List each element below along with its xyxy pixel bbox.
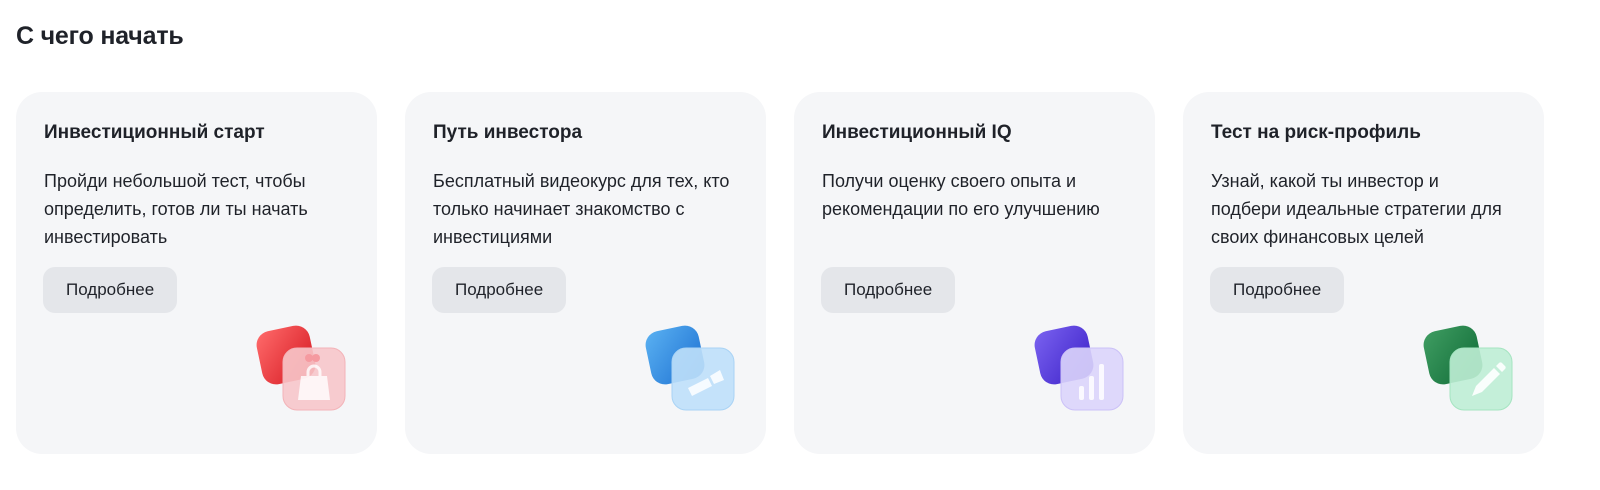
pencil-icon [1422, 324, 1514, 414]
section-title: С чего начать [16, 22, 184, 50]
card-title: Путь инвестора [433, 122, 583, 143]
more-button[interactable]: Подробнее [1210, 267, 1345, 313]
card-investment-iq[interactable]: Инвестиционный IQ Получи оценку своего о… [794, 92, 1155, 454]
card-risk-profile[interactable]: Тест на риск-профиль Узнай, какой ты инв… [1183, 92, 1544, 454]
card-title: Тест на риск-профиль [1211, 122, 1421, 143]
card-title: Инвестиционный IQ [822, 122, 1012, 143]
page: С чего начать Инвестиционный старт Пройд… [0, 0, 1600, 490]
card-description: Бесплатный видеокурс для тех, кто только… [433, 171, 730, 247]
card-description: Получи оценку своего опыта и рекомендаци… [822, 171, 1100, 219]
card-investor-path[interactable]: Путь инвестора Бесплатный видеокурс для … [405, 92, 766, 454]
bar-chart-icon [1033, 324, 1125, 414]
more-button[interactable]: Подробнее [43, 267, 178, 313]
card-description: Узнай, какой ты инвестор и подбери идеал… [1211, 171, 1502, 247]
more-button[interactable]: Подробнее [821, 267, 956, 313]
card-title: Инвестиционный старт [44, 122, 265, 143]
cards-row: Инвестиционный старт Пройди небольшой те… [16, 92, 1544, 454]
video-camera-icon [644, 324, 736, 414]
shopping-bag-icon [255, 324, 347, 414]
more-button[interactable]: Подробнее [432, 267, 567, 313]
card-investment-start[interactable]: Инвестиционный старт Пройди небольшой те… [16, 92, 377, 454]
card-description: Пройди небольшой тест, чтобы определить,… [44, 171, 308, 247]
